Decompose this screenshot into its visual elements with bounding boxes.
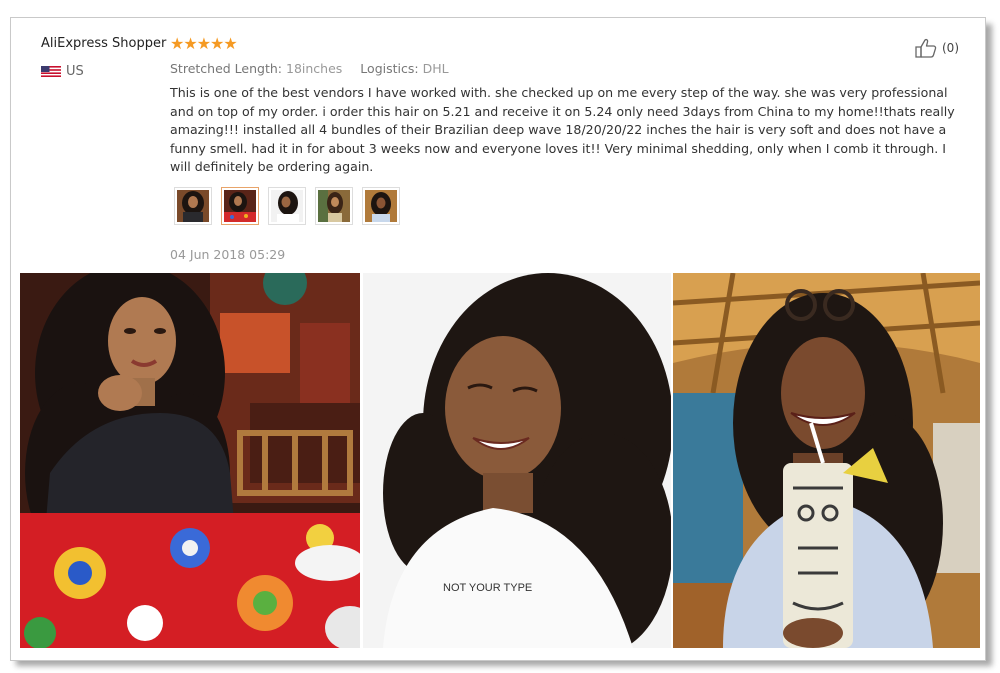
country-label: US (66, 64, 84, 79)
photo-thumbnail[interactable] (268, 187, 306, 225)
photo-image (673, 273, 980, 648)
rating-stars: ★★★★★ (170, 34, 238, 53)
review-photo[interactable] (20, 273, 360, 648)
logistics-value: DHL (422, 61, 449, 76)
logistics-label: Logistics: (360, 61, 419, 76)
length-label: Stretched Length: (170, 61, 283, 76)
helpful-button[interactable]: (0) (915, 38, 959, 58)
thumbnail-image (177, 190, 209, 222)
review-date: 04 Jun 2018 05:29 (170, 247, 286, 262)
photo-thumbnail[interactable] (362, 187, 400, 225)
review-text: This is one of the best vendors I have w… (170, 85, 955, 175)
reviewer-name: AliExpress Shopper (41, 36, 167, 51)
photo-thumbnails (174, 187, 409, 225)
review-photo[interactable]: NOT YOUR TYPE (363, 273, 671, 648)
thumbnail-image (224, 190, 256, 222)
helpful-count: (0) (942, 41, 959, 55)
review-card: AliExpress Shopper ★★★★★ US (0) Stretche… (10, 17, 986, 661)
us-flag-icon (41, 66, 61, 77)
review-photo[interactable] (673, 273, 980, 648)
thumbnail-image (365, 190, 397, 222)
photo-thumbnail[interactable] (315, 187, 353, 225)
length-value: 18inches (286, 61, 343, 76)
thumbnail-image (318, 190, 350, 222)
thumbnail-image (271, 190, 303, 222)
reviewer-country: US (41, 64, 84, 79)
photo-thumbnail-selected[interactable] (221, 187, 259, 225)
photo-image: NOT YOUR TYPE (363, 273, 671, 648)
photo-thumbnail[interactable] (174, 187, 212, 225)
photo-image (20, 273, 360, 648)
order-properties: Stretched Length: 18inches Logistics: DH… (170, 61, 463, 76)
thumbs-up-icon (915, 38, 937, 58)
shirt-text: NOT YOUR TYPE (443, 582, 532, 594)
